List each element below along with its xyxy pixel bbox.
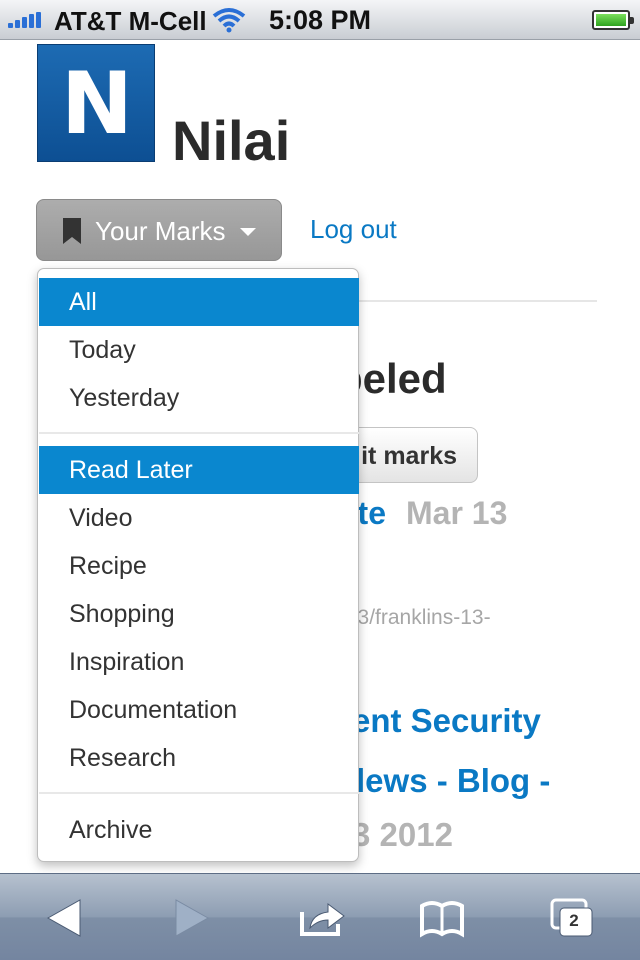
forward-arrow-icon[interactable] (168, 898, 216, 938)
tab-count-badge: 2 (569, 911, 579, 930)
menu-item-shopping[interactable]: Shopping (39, 590, 359, 638)
menu-item-research[interactable]: Research (39, 734, 359, 782)
menu-divider (39, 792, 359, 794)
menu-item-all[interactable]: All (39, 278, 359, 326)
bookmarks-icon[interactable] (418, 898, 466, 938)
status-bar: AT&T M-Cell 5:08 PM (0, 0, 640, 40)
menu-item-yesterday[interactable]: Yesterday (39, 374, 359, 422)
clock: 5:08 PM (268, 5, 372, 35)
bookmark-icon (63, 218, 81, 244)
menu-item-read-later[interactable]: Read Later (39, 446, 359, 494)
menu-item-documentation[interactable]: Documentation (39, 686, 359, 734)
your-marks-dropdown-button[interactable]: Your Marks (36, 199, 282, 261)
battery-icon (592, 10, 634, 30)
mark-date: Mar 13 (406, 495, 508, 531)
browser-toolbar: 2 (0, 873, 640, 960)
menu-item-recipe[interactable]: Recipe (39, 542, 359, 590)
back-arrow-icon[interactable] (40, 898, 88, 938)
marks-dropdown-menu: All Today Yesterday Read Later Video Rec… (37, 268, 359, 862)
menu-item-today[interactable]: Today (39, 326, 359, 374)
menu-item-video[interactable]: Video (39, 494, 359, 542)
logo-letter: N (61, 54, 133, 154)
menu-divider (39, 432, 359, 434)
logout-link[interactable]: Log out (310, 214, 397, 245)
share-icon[interactable] (298, 898, 346, 938)
caret-down-icon (240, 228, 256, 236)
marks-button-label: Your Marks (95, 216, 226, 246)
site-logo[interactable]: N (37, 44, 155, 162)
menu-item-archive[interactable]: Archive (39, 806, 359, 854)
menu-item-inspiration[interactable]: Inspiration (39, 638, 359, 686)
site-name[interactable]: Nilai (172, 108, 290, 173)
